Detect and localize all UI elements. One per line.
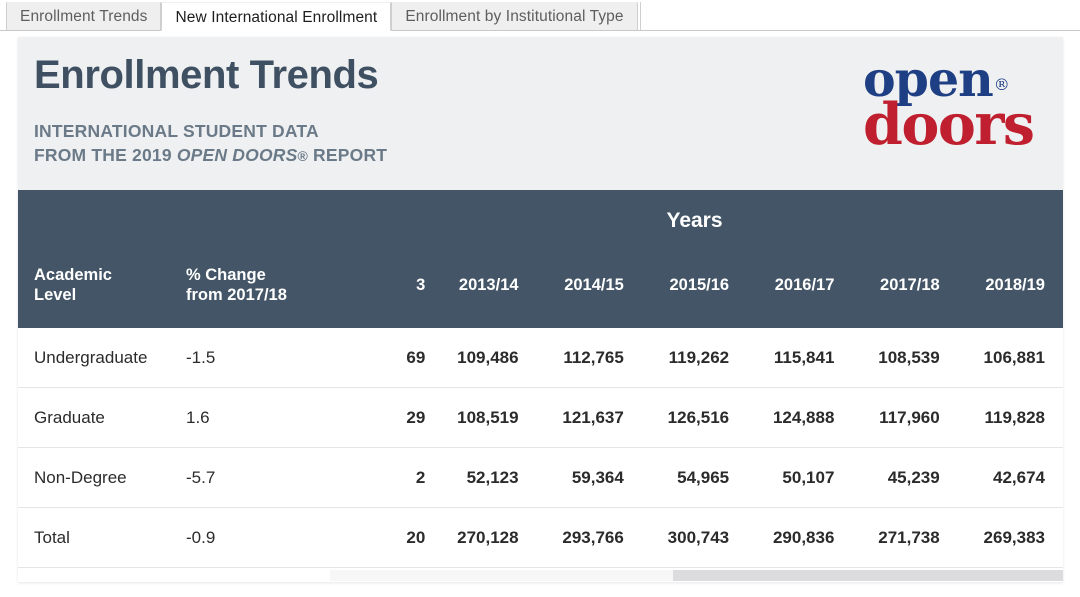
subtitle-registered-mark: ® <box>297 148 308 164</box>
table-row: Non-Degree -5.7 2 52,123 59,364 54,965 5… <box>18 448 1063 508</box>
cell-2014-15: 293,766 <box>537 508 642 568</box>
column-header-year-2013-14: 2013/14 <box>431 252 536 328</box>
cell-2014-15: 59,364 <box>537 448 642 508</box>
column-header-year-2014-15: 2014/15 <box>537 252 642 328</box>
cell-2018-19: 119,828 <box>958 388 1063 448</box>
cell-2015-16: 126,516 <box>642 388 747 448</box>
scrollbar-thumb[interactable] <box>673 570 1063 581</box>
tab-label: Enrollment by Institutional Type <box>405 8 623 25</box>
tab-bar: Enrollment Trends New International Enro… <box>0 0 1080 31</box>
cell-pct-change: -5.7 <box>186 448 326 508</box>
tab-new-international-enrollment[interactable]: New International Enrollment <box>161 2 391 31</box>
report-card: Enrollment Trends INTERNATIONAL STUDENT … <box>18 37 1063 582</box>
column-header-year-2017-18: 2017/18 <box>852 252 957 328</box>
cell-2013-14: 108,519 <box>431 388 536 448</box>
tab-label: Enrollment Trends <box>20 8 147 25</box>
column-header-line-2: Level <box>34 286 76 304</box>
cell-2015-16: 300,743 <box>642 508 747 568</box>
group-header-years: Years <box>326 190 1063 252</box>
cell-academic-level: Undergraduate <box>18 328 186 388</box>
cell-partial: 2 <box>326 448 431 508</box>
cell-2017-18: 45,239 <box>852 448 957 508</box>
data-table-scroll-container[interactable]: Years Academic Level % Change from 2017/… <box>18 190 1063 582</box>
table-body: Undergraduate -1.5 69 109,486 112,765 11… <box>18 328 1063 568</box>
enrollment-table: Years Academic Level % Change from 2017/… <box>18 190 1063 568</box>
cell-2017-18: 108,539 <box>852 328 957 388</box>
column-header-year-2015-16: 2015/16 <box>642 252 747 328</box>
cell-partial: 20 <box>326 508 431 568</box>
column-header-pct-change: % Change from 2017/18 <box>186 252 326 328</box>
open-doors-logo: open® doors <box>863 55 1043 153</box>
cell-2017-18: 271,738 <box>852 508 957 568</box>
cell-partial: 69 <box>326 328 431 388</box>
table-head: Years Academic Level % Change from 2017/… <box>18 190 1063 328</box>
cell-2014-15: 121,637 <box>537 388 642 448</box>
cell-2018-19: 106,881 <box>958 328 1063 388</box>
group-header-spacer-level <box>18 190 186 252</box>
cell-2016-17: 124,888 <box>747 388 852 448</box>
tab-enrollment-trends[interactable]: Enrollment Trends <box>6 2 161 30</box>
subtitle-line-2-prefix: FROM THE 2019 <box>34 145 177 165</box>
cell-pct-change: -1.5 <box>186 328 326 388</box>
page-subtitle: INTERNATIONAL STUDENT DATA FROM THE 2019… <box>34 119 387 168</box>
cell-pct-change: 1.6 <box>186 388 326 448</box>
cell-2016-17: 115,841 <box>747 328 852 388</box>
tab-enrollment-by-institutional-type[interactable]: Enrollment by Institutional Type <box>391 2 637 30</box>
cell-2015-16: 54,965 <box>642 448 747 508</box>
column-header-line-1: % Change <box>186 266 266 284</box>
cell-2015-16: 119,262 <box>642 328 747 388</box>
group-header-spacer-change <box>186 190 326 252</box>
tab-label: New International Enrollment <box>175 9 377 26</box>
cell-2014-15: 112,765 <box>537 328 642 388</box>
cell-2017-18: 117,960 <box>852 388 957 448</box>
column-header-line-1: Academic <box>34 266 112 284</box>
table-group-header-row: Years <box>18 190 1063 252</box>
table-row: Total -0.9 20 270,128 293,766 300,743 29… <box>18 508 1063 568</box>
column-header-partial: 3 <box>326 252 431 328</box>
cell-2018-19: 269,383 <box>958 508 1063 568</box>
page-title: Enrollment Trends <box>34 53 378 98</box>
tab-strip-divider <box>640 2 641 30</box>
cell-2016-17: 290,836 <box>747 508 852 568</box>
horizontal-scrollbar[interactable] <box>18 568 1063 582</box>
column-header-year-2018-19: 2018/19 <box>958 252 1063 328</box>
cell-2018-19: 42,674 <box>958 448 1063 508</box>
cell-academic-level: Total <box>18 508 186 568</box>
cell-pct-change: -0.9 <box>186 508 326 568</box>
logo-doors-text: doors <box>863 96 1043 153</box>
column-header-academic-level: Academic Level <box>18 252 186 328</box>
card-header: Enrollment Trends INTERNATIONAL STUDENT … <box>18 37 1063 190</box>
table-column-header-row: Academic Level % Change from 2017/18 3 2… <box>18 252 1063 328</box>
subtitle-open-doors: OPEN DOORS <box>177 145 298 165</box>
cell-academic-level: Graduate <box>18 388 186 448</box>
cell-academic-level: Non-Degree <box>18 448 186 508</box>
subtitle-line-2-suffix: REPORT <box>308 145 387 165</box>
column-header-line-2: from 2017/18 <box>186 286 287 304</box>
column-header-year-2016-17: 2016/17 <box>747 252 852 328</box>
cell-partial: 29 <box>326 388 431 448</box>
cell-2013-14: 109,486 <box>431 328 536 388</box>
cell-2013-14: 52,123 <box>431 448 536 508</box>
cell-2016-17: 50,107 <box>747 448 852 508</box>
subtitle-line-1: INTERNATIONAL STUDENT DATA <box>34 121 319 141</box>
table-row: Undergraduate -1.5 69 109,486 112,765 11… <box>18 328 1063 388</box>
cell-2013-14: 270,128 <box>431 508 536 568</box>
table-row: Graduate 1.6 29 108,519 121,637 126,516 … <box>18 388 1063 448</box>
